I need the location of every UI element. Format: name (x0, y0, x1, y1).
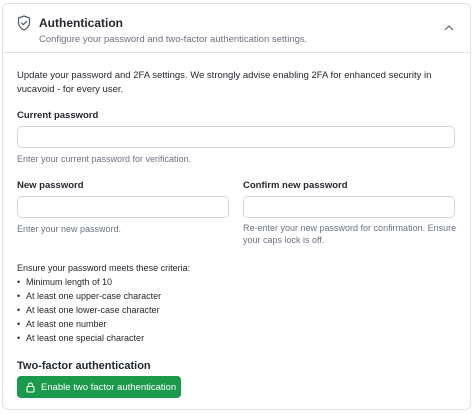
two-factor-title: Two-factor authentication (17, 360, 151, 372)
confirm-password-input[interactable] (243, 196, 455, 218)
current-password-input[interactable] (17, 126, 455, 148)
criteria-item: At least one lower-case character (17, 305, 160, 315)
new-password-help: Enter your new password. (17, 224, 122, 234)
enable-2fa-button-label: Enable two factor authentication (41, 381, 177, 393)
criteria-heading: Ensure your password meets these criteri… (17, 263, 191, 273)
intro-text: Update your password and 2FA settings. W… (17, 70, 432, 95)
shield-icon (17, 15, 31, 31)
enable-2fa-button[interactable]: Enable two factor authentication (17, 376, 181, 398)
chevron-up-icon[interactable] (444, 24, 454, 31)
panel-header[interactable]: Authentication Configure your password a… (3, 4, 470, 53)
section-title: Authentication (39, 16, 123, 30)
criteria-item: Minimum length of 10 (17, 277, 112, 287)
criteria-item: At least one upper-case character (17, 291, 161, 301)
confirm-password-label: Confirm new password (243, 180, 348, 191)
new-password-label: New password (17, 180, 84, 191)
criteria-item: At least one number (17, 319, 107, 329)
current-password-label: Current password (17, 110, 99, 121)
authentication-panel: Authentication Configure your password a… (2, 3, 471, 410)
new-password-input[interactable] (17, 196, 229, 218)
confirm-password-help: Re-enter your new password for confirmat… (243, 223, 457, 245)
current-password-help: Enter your current password for verifica… (17, 154, 192, 164)
criteria-item: At least one special character (17, 333, 144, 343)
section-subtitle: Configure your password and two-factor a… (39, 34, 308, 45)
lock-icon (26, 381, 35, 393)
